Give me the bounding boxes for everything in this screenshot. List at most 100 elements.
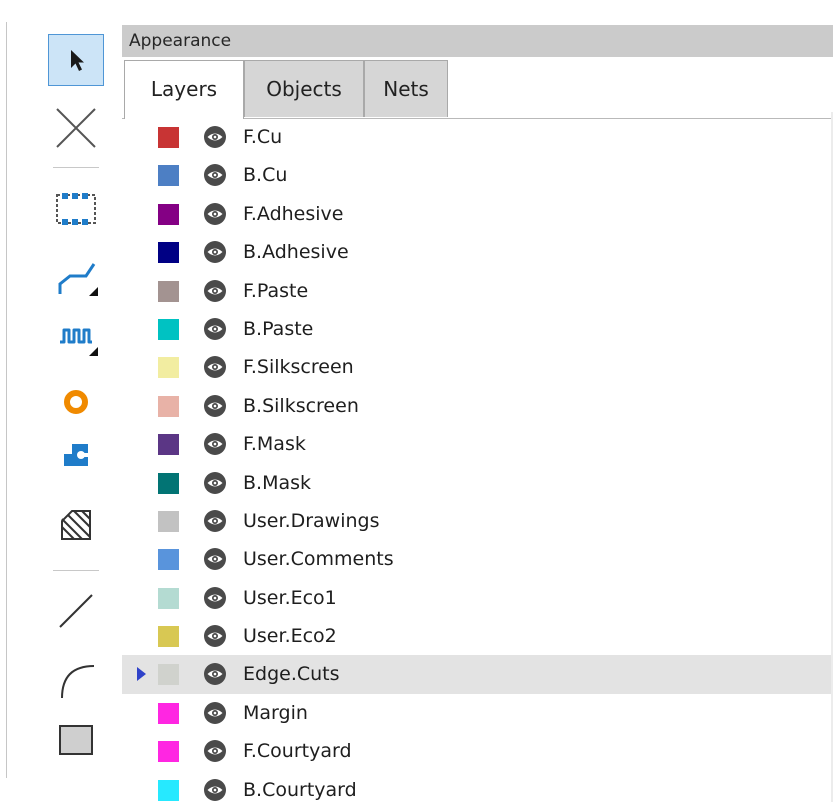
rectangle-icon (59, 725, 93, 755)
layer-name: F.Mask (243, 433, 306, 456)
layer-color-swatch[interactable] (158, 203, 179, 225)
panel-title: Appearance (122, 25, 833, 57)
eye-visibility-icon[interactable] (203, 509, 227, 533)
add-footprint-tool-button[interactable] (48, 183, 104, 235)
layer-name: B.Paste (243, 317, 314, 340)
tab-objects[interactable]: Objects (244, 60, 364, 117)
eye-visibility-icon[interactable] (203, 432, 227, 456)
layer-name: F.Paste (243, 279, 309, 302)
eye-visibility-icon[interactable] (203, 163, 227, 187)
toolbar-edge (6, 22, 7, 778)
layer-row[interactable]: User.Eco1 (122, 579, 833, 617)
eye-visibility-icon[interactable] (203, 279, 227, 303)
layer-row[interactable]: F.Cu (122, 118, 833, 156)
layer-row[interactable]: Margin (122, 694, 833, 732)
eye-visibility-icon[interactable] (203, 317, 227, 341)
layer-name: F.Courtyard (243, 740, 352, 763)
eye-visibility-icon[interactable] (203, 778, 227, 802)
eye-visibility-icon[interactable] (203, 471, 227, 495)
eye-visibility-icon[interactable] (203, 355, 227, 379)
submenu-indicator (89, 287, 98, 296)
layer-color-swatch[interactable] (158, 664, 179, 686)
layer-list: F.Cu B.Cu F.Adhesive B.Adhesive F.Paste B.Pas… (122, 118, 833, 809)
layer-row[interactable]: Edge.Cuts (122, 655, 833, 694)
layer-color-swatch[interactable] (158, 242, 179, 264)
layer-name: B.Adhesive (243, 241, 349, 264)
layer-color-swatch[interactable] (158, 510, 179, 532)
layer-row[interactable]: B.Courtyard (122, 771, 833, 809)
layer-row[interactable]: User.Eco2 (122, 617, 833, 655)
layer-color-swatch[interactable] (158, 549, 179, 571)
layer-row[interactable]: User.Comments (122, 540, 833, 578)
eye-visibility-icon[interactable] (203, 662, 227, 686)
cursor-arrow-icon (71, 50, 84, 71)
layer-name: User.Comments (243, 548, 394, 571)
layer-name: B.Cu (243, 164, 288, 187)
layer-color-swatch[interactable] (158, 779, 179, 801)
eye-visibility-icon[interactable] (203, 394, 227, 418)
layer-color-swatch[interactable] (158, 318, 179, 340)
eye-visibility-icon[interactable] (203, 701, 227, 725)
layer-row[interactable]: B.Mask (122, 464, 833, 502)
select-tool-button[interactable] (48, 34, 104, 86)
layer-color-swatch[interactable] (158, 587, 179, 609)
layer-name: B.Silkscreen (243, 394, 359, 417)
layer-color-swatch[interactable] (158, 472, 179, 494)
add-zone-tool-button[interactable] (48, 499, 104, 551)
add-via-tool-button[interactable] (48, 376, 104, 428)
eye-visibility-icon[interactable] (203, 202, 227, 226)
draw-line-tool-button[interactable] (48, 585, 104, 637)
layer-color-swatch[interactable] (158, 626, 179, 648)
current-layer-arrow-icon (137, 667, 146, 682)
layer-row[interactable]: User.Drawings (122, 502, 833, 540)
arc-icon (61, 665, 95, 699)
tab-layers[interactable]: Layers (124, 60, 244, 119)
draw-rectangle-tool-button[interactable] (48, 714, 104, 766)
layer-row[interactable]: B.Paste (122, 310, 833, 348)
toolbar-separator (53, 570, 99, 571)
tab-nets[interactable]: Nets (364, 60, 448, 117)
layer-row[interactable]: B.Silkscreen (122, 387, 833, 425)
eye-visibility-icon[interactable] (203, 125, 227, 149)
layer-name: Edge.Cuts (243, 663, 340, 686)
footprint-chip-icon (56, 193, 96, 225)
eye-visibility-icon[interactable] (203, 624, 227, 648)
line-icon (59, 594, 93, 628)
draw-arc-tool-button[interactable] (48, 654, 104, 706)
layer-color-swatch[interactable] (158, 127, 179, 148)
layer-color-swatch[interactable] (158, 434, 179, 456)
layer-row[interactable]: F.Silkscreen (122, 348, 833, 386)
layer-name: User.Drawings (243, 509, 380, 532)
eye-visibility-icon[interactable] (203, 586, 227, 610)
local-ratsnest-tool-button[interactable] (48, 102, 104, 154)
eye-visibility-icon[interactable] (203, 739, 227, 763)
layer-row[interactable]: F.Adhesive (122, 195, 833, 233)
layer-name: F.Cu (243, 126, 283, 148)
submenu-indicator (89, 347, 98, 356)
layer-row[interactable]: B.Cu (122, 156, 833, 194)
layer-name: B.Courtyard (243, 778, 357, 801)
layer-name: User.Eco1 (243, 586, 337, 609)
eye-visibility-icon[interactable] (203, 547, 227, 571)
layer-row[interactable]: B.Adhesive (122, 233, 833, 271)
appearance-tabs: Layers Objects Nets (122, 60, 833, 119)
eye-visibility-icon[interactable] (203, 240, 227, 264)
layer-name: Margin (243, 701, 308, 724)
tune-length-tool-button[interactable] (48, 310, 104, 362)
pad-icon (64, 444, 89, 466)
layer-row[interactable]: F.Paste (122, 272, 833, 310)
layer-color-swatch[interactable] (158, 395, 179, 417)
route-track-tool-button[interactable] (48, 250, 104, 302)
ratsnest-x-icon (56, 108, 96, 148)
layer-color-swatch[interactable] (158, 165, 179, 187)
layer-color-swatch[interactable] (158, 280, 179, 302)
layer-color-swatch[interactable] (158, 357, 179, 379)
toolbar-separator (53, 167, 99, 168)
layer-color-swatch[interactable] (158, 702, 179, 724)
add-pad-tool-button[interactable] (48, 428, 104, 480)
layer-row[interactable]: F.Courtyard (122, 732, 833, 770)
layer-name: B.Mask (243, 471, 312, 494)
layer-row[interactable]: F.Mask (122, 425, 833, 463)
layer-color-swatch[interactable] (158, 741, 179, 763)
layer-name: User.Eco2 (243, 625, 337, 648)
